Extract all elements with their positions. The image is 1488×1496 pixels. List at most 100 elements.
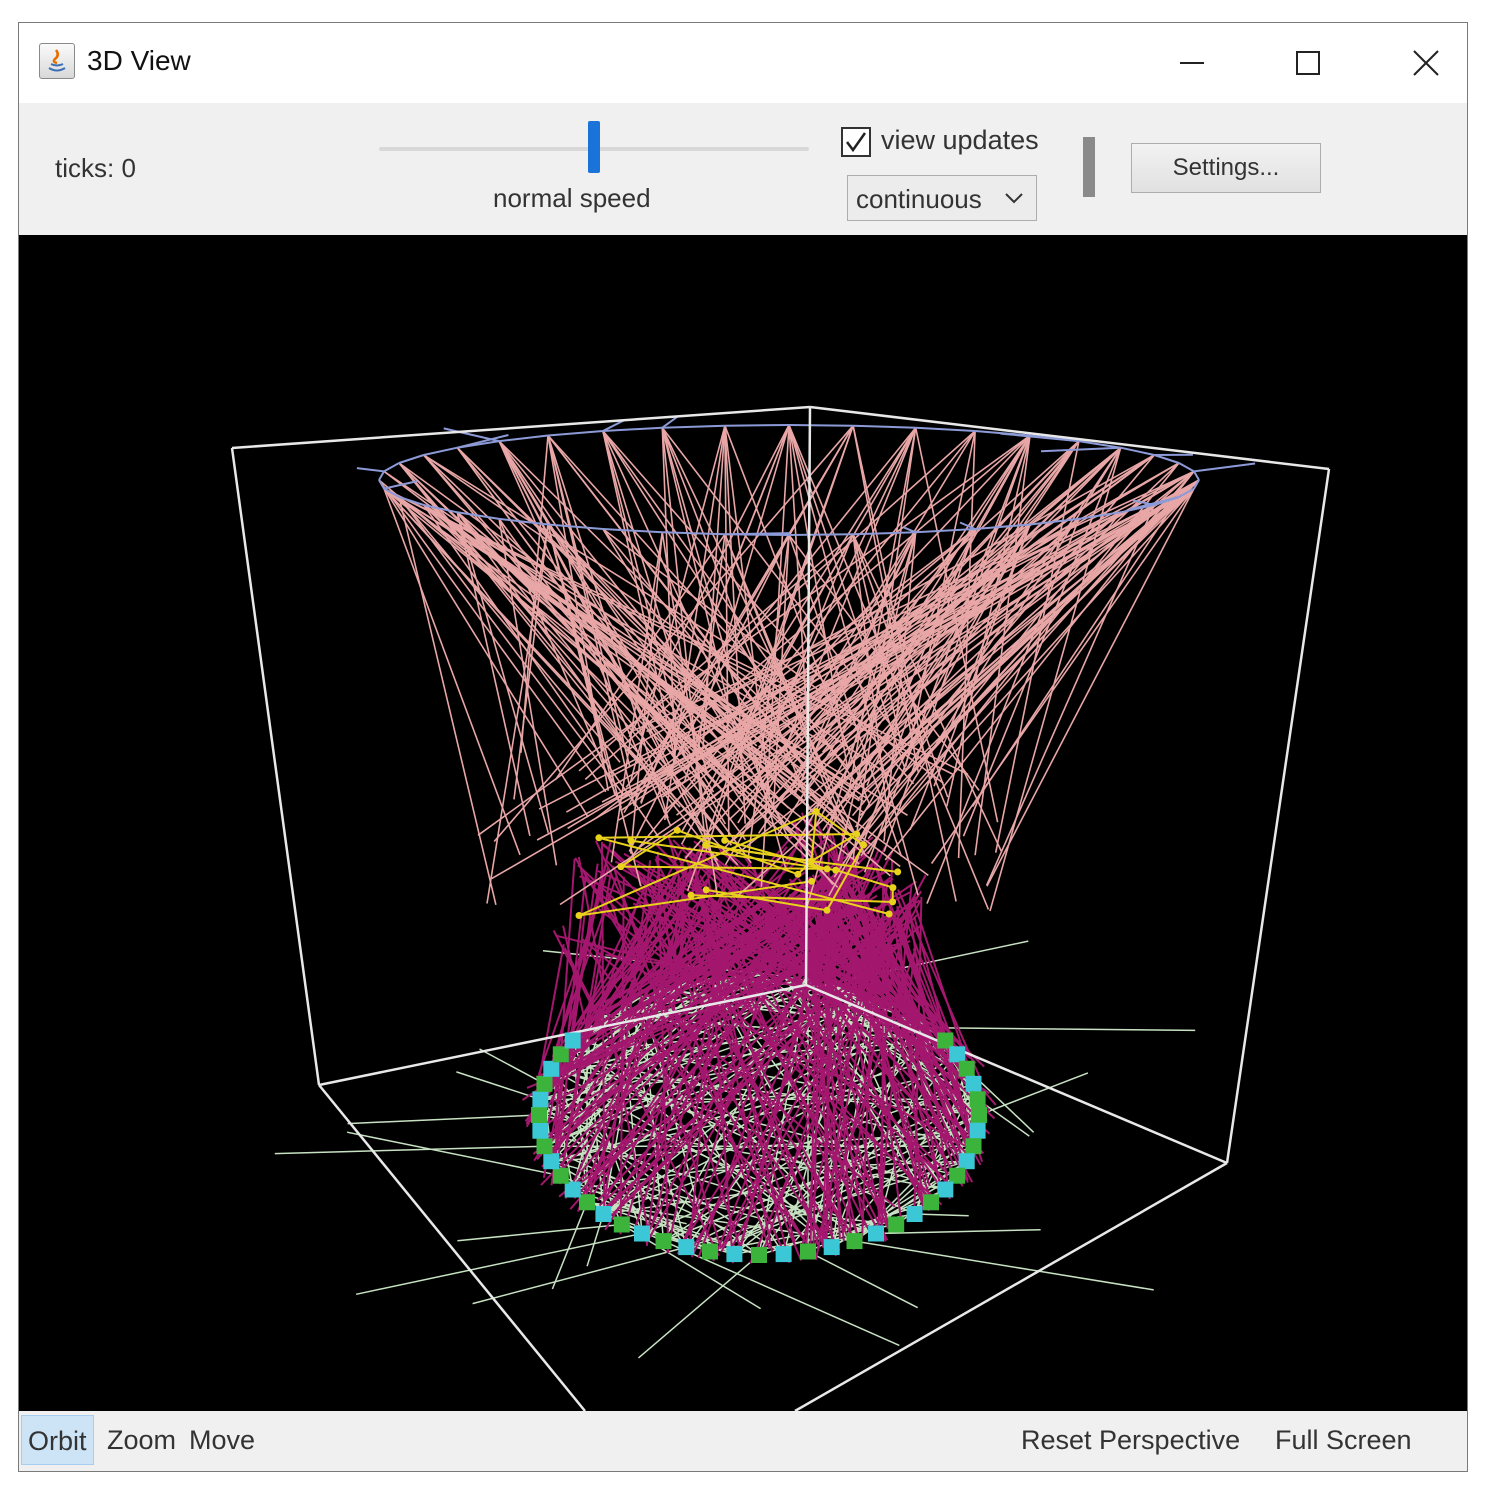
orbit-mode-button[interactable]: Orbit [21, 1415, 94, 1465]
base-layer-node [868, 1225, 884, 1242]
top-layer-link [1193, 462, 1256, 473]
3d-viewport[interactable] [19, 235, 1467, 1411]
zoom-mode-button[interactable]: Zoom [101, 1415, 182, 1465]
base-layer-node [965, 1075, 982, 1092]
base-layer-node [531, 1107, 547, 1123]
upper-layer-link [794, 435, 1031, 847]
middle-layer-node [721, 836, 729, 844]
base-layer-node [726, 1246, 743, 1263]
base-layer-node [702, 1243, 718, 1260]
base-layer-node [971, 1107, 987, 1123]
chevron-down-icon [1005, 193, 1023, 204]
top-layer-link [662, 424, 725, 429]
toolbar-divider [1083, 137, 1095, 197]
top-layer-link [398, 454, 425, 464]
base-layer-node [564, 1181, 581, 1198]
top-layer-link [788, 533, 854, 536]
base-layer-node [552, 1167, 569, 1184]
maximize-icon [1296, 51, 1320, 75]
base-layer-node [595, 1206, 612, 1222]
update-mode-value: continuous [856, 184, 982, 214]
middle-layer-node [794, 870, 802, 878]
title-bar[interactable]: 3D View [19, 23, 1467, 104]
top-layer-link [423, 446, 458, 456]
full-screen-button[interactable]: Full Screen [1269, 1415, 1418, 1465]
middle-layer-node [575, 912, 583, 919]
base-layer-node [958, 1153, 975, 1170]
bottom-bar: Orbit Zoom Move Reset Perspective Full S… [19, 1411, 1467, 1471]
middle-layer-node [627, 837, 635, 845]
middle-layer-node [687, 891, 695, 899]
view-updates-checkbox[interactable] [841, 127, 871, 157]
bounding-box-edge [809, 405, 1330, 471]
base-layer-link [355, 1232, 643, 1296]
middle-layer-link [815, 810, 865, 846]
bounding-box-edge [1225, 468, 1331, 1164]
base-layer-link [346, 1131, 561, 1177]
base-layer-link [347, 1114, 540, 1125]
base-layer-node [923, 1194, 939, 1211]
top-layer-link [1040, 446, 1121, 453]
middle-layer-node [812, 808, 820, 815]
base-layer-node [969, 1122, 986, 1139]
close-icon [1413, 50, 1439, 76]
settings-button[interactable]: Settings... [1131, 143, 1321, 193]
upper-layer-link [498, 440, 727, 825]
base-layer-node [965, 1138, 982, 1155]
update-mode-select[interactable]: continuous [847, 175, 1037, 221]
move-mode-button[interactable]: Move [183, 1415, 261, 1465]
base-layer-node [937, 1181, 954, 1198]
base-layer-node [678, 1239, 695, 1256]
top-layer-link [378, 470, 385, 481]
base-layer-node [532, 1091, 549, 1108]
top-layer-link [356, 467, 385, 473]
minimize-icon [1180, 62, 1204, 64]
top-layer-link [915, 426, 976, 432]
top-layer-link [662, 531, 725, 536]
bounding-box-edge [230, 447, 321, 1086]
top-layer-link [853, 424, 916, 429]
base-layer-node [552, 1046, 569, 1063]
base-layer-node [958, 1060, 975, 1077]
speed-slider-thumb[interactable] [588, 121, 600, 173]
base-layer-link [472, 1246, 687, 1305]
top-layer-link [788, 424, 854, 427]
app-window: 3D View ticks: 0 normal speed view updat… [18, 22, 1468, 1472]
checkmark-icon [846, 132, 867, 153]
view-updates-label[interactable]: view updates [881, 125, 1039, 156]
top-layer-link [724, 424, 790, 427]
base-layer-node [536, 1075, 553, 1092]
base-layer-link [456, 1071, 541, 1101]
base-layer-node [906, 1206, 923, 1222]
close-button[interactable] [1367, 23, 1467, 103]
base-layer-node [823, 1239, 840, 1256]
top-layer-link [1153, 454, 1180, 464]
base-layer-link [807, 1250, 919, 1309]
base-layer-link [479, 1048, 545, 1085]
base-layer-link [274, 1145, 545, 1155]
maximize-button[interactable] [1249, 23, 1367, 103]
middle-layer-node [702, 886, 710, 894]
top-layer-link [1193, 470, 1200, 481]
reset-perspective-button[interactable]: Reset Perspective [1015, 1415, 1246, 1465]
network-3d-render[interactable] [19, 235, 1468, 1411]
base-layer-node [969, 1091, 986, 1108]
base-layer-node [846, 1233, 863, 1250]
base-layer-node [937, 1032, 954, 1049]
base-layer-node [532, 1122, 549, 1139]
top-layer-link [1178, 462, 1195, 473]
speed-slider[interactable] [379, 121, 809, 181]
minimize-button[interactable] [1133, 23, 1251, 103]
middle-layer-node [808, 877, 816, 885]
middle-layer-node [894, 868, 902, 876]
middle-layer-node [617, 863, 625, 871]
java-app-icon [39, 43, 75, 79]
base-layer-node [613, 1216, 630, 1233]
middle-layer-node [889, 884, 897, 892]
base-layer-link [914, 1213, 969, 1217]
middle-layer-node [832, 866, 840, 874]
base-layer-node [543, 1153, 560, 1170]
middle-layer-node [823, 865, 831, 873]
top-layer-link [547, 430, 603, 437]
base-layer-node [564, 1032, 581, 1049]
